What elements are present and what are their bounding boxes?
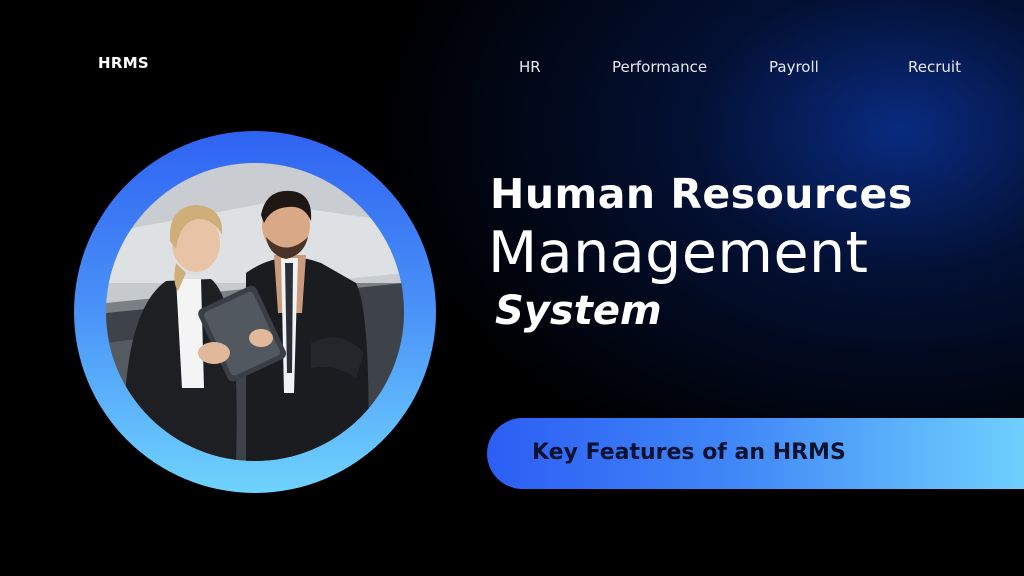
hero-title-line1: Human Resources bbox=[490, 170, 913, 218]
nav-item-recruit[interactable]: Recruit bbox=[908, 58, 961, 76]
key-features-button-label: Key Features of an HRMS bbox=[532, 440, 846, 465]
hero-title-line2: Management bbox=[488, 220, 869, 286]
key-features-button[interactable]: Key Features of an HRMS bbox=[487, 418, 1024, 489]
nav-item-payroll[interactable]: Payroll bbox=[769, 58, 819, 76]
top-nav: HR Performance Payroll Recruit bbox=[0, 58, 1024, 78]
hero-title-line3: System bbox=[495, 288, 662, 334]
business-people-illustration bbox=[106, 163, 404, 461]
hero-photo bbox=[106, 163, 404, 461]
nav-item-hr[interactable]: HR bbox=[519, 58, 541, 76]
nav-item-performance[interactable]: Performance bbox=[612, 58, 707, 76]
